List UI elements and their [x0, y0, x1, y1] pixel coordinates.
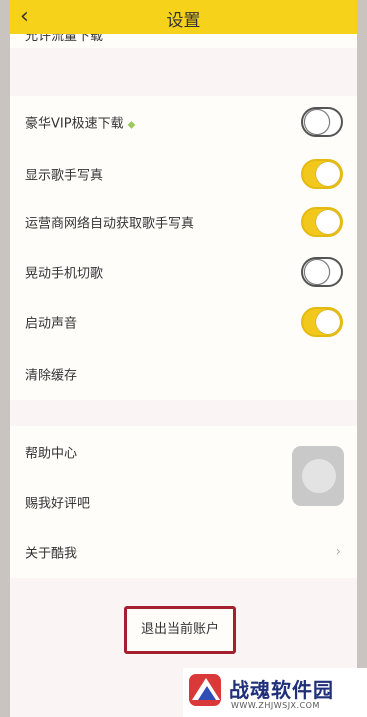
- toggle-knob: [316, 310, 340, 334]
- watermark-url: WWW.ZHJWSJX.COM: [231, 701, 320, 710]
- site-logo-icon: [189, 674, 221, 706]
- toggle-switch[interactable]: [301, 159, 343, 189]
- row-label: 帮助中心: [25, 446, 78, 462]
- settings-row-allow-data-download[interactable]: 允许流量下载: [10, 34, 357, 48]
- page-title: 设置: [166, 11, 201, 31]
- settings-row-about[interactable]: 关于酷我 ›: [10, 526, 357, 578]
- row-label: 晃动手机切歌: [25, 266, 104, 282]
- settings-row-show-singer-photo[interactable]: 显示歌手写真: [10, 148, 357, 200]
- toggle-switch[interactable]: [301, 307, 343, 337]
- header-bar: ‹ 设置: [10, 0, 357, 34]
- section-gap: [10, 48, 357, 96]
- row-label: 运营商网络自动获取歌手写真: [25, 216, 195, 232]
- chevron-right-icon: ›: [335, 544, 341, 560]
- vip-download-label: 豪华VIP极速下载: [25, 116, 124, 132]
- row-label: 赐我好评吧: [25, 496, 91, 512]
- settings-row-vip-download[interactable]: 豪华VIP极速下载 ◆: [10, 96, 357, 148]
- row-label: 清除缓存: [25, 368, 78, 384]
- phone-screen: ‹ 设置 允许流量下载 豪华VIP极速下载 ◆ 显示歌手写真 运营商网络自动获取歌…: [10, 0, 357, 717]
- toggle-knob: [316, 210, 340, 234]
- row-label: 显示歌手写真: [25, 168, 104, 184]
- row-label: 豪华VIP极速下载 ◆: [25, 113, 135, 132]
- settings-row-shake-switch[interactable]: 晃动手机切歌: [10, 246, 357, 298]
- watermark-banner: 战魂软件园 WWW.ZHJWSJX.COM: [183, 668, 367, 717]
- row-label: 关于酷我: [25, 546, 78, 562]
- section-gap: [10, 400, 357, 426]
- row-label: 启动声音: [25, 316, 78, 332]
- settings-row-clear-cache[interactable]: 清除缓存: [10, 348, 357, 400]
- toggle-switch[interactable]: [301, 257, 343, 287]
- toggle-knob: [304, 109, 330, 135]
- toggle-switch[interactable]: [301, 207, 343, 237]
- toggle-knob: [304, 259, 330, 285]
- assistive-touch-icon: [302, 459, 336, 493]
- diamond-icon: ◆: [127, 119, 136, 131]
- settings-row-startup-sound[interactable]: 启动声音: [10, 296, 357, 348]
- watermark-name: 战魂软件园: [229, 678, 334, 702]
- logout-button[interactable]: 退出当前账户: [124, 606, 236, 654]
- toggle-switch[interactable]: [301, 107, 343, 137]
- assistive-touch-button[interactable]: [292, 446, 344, 506]
- row-label: 允许流量下载: [25, 34, 104, 44]
- settings-row-carrier-auto-photo[interactable]: 运营商网络自动获取歌手写真: [10, 196, 357, 248]
- toggle-knob: [316, 162, 340, 186]
